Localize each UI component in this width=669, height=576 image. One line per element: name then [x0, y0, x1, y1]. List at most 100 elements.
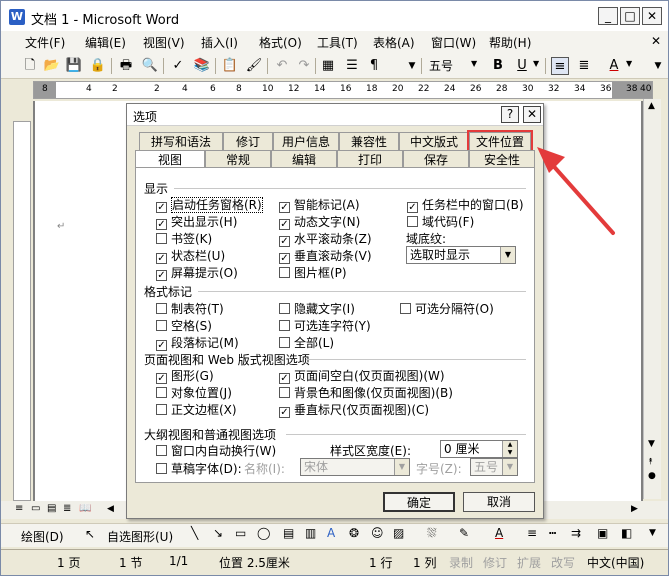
status-extend[interactable]: 扩展: [517, 554, 541, 571]
line-icon[interactable]: ╲: [191, 526, 198, 540]
close-doc-icon[interactable]: ✕: [651, 34, 661, 48]
scroll-up-icon[interactable]: ▲: [648, 101, 655, 111]
outline-view-icon[interactable]: ≣: [63, 503, 71, 514]
menu-table[interactable]: 表格(A): [373, 34, 415, 51]
picture-icon[interactable]: ▨: [393, 526, 404, 540]
status-overtype[interactable]: 改写: [551, 554, 575, 571]
open-folder-icon[interactable]: 📂: [43, 57, 61, 75]
autoshapes-menu[interactable]: 自选图形(U): [107, 528, 173, 545]
oval-icon[interactable]: ◯: [257, 526, 270, 540]
columns-icon[interactable]: ☰: [343, 57, 361, 75]
close-window-button[interactable]: ✕: [642, 7, 662, 25]
spelling-icon[interactable]: ✓: [169, 57, 187, 75]
line-color-icon[interactable]: ✎: [459, 526, 469, 540]
show-hide-icon[interactable]: ¶: [365, 57, 383, 75]
tab-asian-typography[interactable]: 中文版式: [399, 132, 469, 151]
font-size-dropdown-icon[interactable]: ▼: [471, 59, 477, 68]
format-painter-icon[interactable]: 🖌: [245, 57, 263, 75]
field-shading-select[interactable]: 选取时显示 ▼: [406, 246, 516, 264]
prev-page-icon[interactable]: ⯭: [648, 457, 653, 467]
scroll-left-icon[interactable]: ◀: [107, 504, 114, 514]
rectangle-icon[interactable]: ▭: [235, 526, 246, 540]
undo-icon[interactable]: ↶: [273, 57, 291, 75]
checkbox-object-anchors[interactable]: 对象位置(J): [156, 384, 232, 401]
clipart-icon[interactable]: ☺: [371, 526, 384, 540]
checkbox-background-images[interactable]: 背景色和图像(仅页面视图)(B): [279, 384, 453, 401]
checkbox-drawings[interactable]: ✓ 图形(G): [156, 367, 214, 384]
checkbox-white-space[interactable]: ✓ 页面间空白(仅页面视图)(W): [279, 367, 445, 384]
menu-edit[interactable]: 编辑(E): [85, 34, 126, 51]
browse-object-icon[interactable]: ●: [648, 471, 656, 481]
checkbox-windows-in-taskbar[interactable]: ✓ 任务栏中的窗口(B): [407, 196, 524, 213]
checkbox-field-codes[interactable]: 域代码(F): [407, 213, 474, 230]
underline-button[interactable]: U: [513, 57, 531, 75]
print-icon[interactable]: 🖶: [117, 57, 135, 75]
checkbox-text-boundaries[interactable]: 正文边框(X): [156, 401, 237, 418]
status-record[interactable]: 录制: [449, 554, 473, 571]
checkbox-highlight[interactable]: ✓ 突出显示(H): [156, 213, 237, 230]
tab-spelling-grammar[interactable]: 拼写和语法: [139, 132, 223, 151]
paste-icon[interactable]: 📋: [221, 57, 239, 75]
shadow-icon[interactable]: ▣: [597, 526, 608, 540]
research-icon[interactable]: 📚: [193, 57, 211, 75]
checkbox-picture-placeholders[interactable]: 图片框(P): [279, 264, 347, 281]
status-track[interactable]: 修订: [483, 554, 507, 571]
scroll-right-icon[interactable]: ▶: [631, 504, 638, 514]
align-distributed-icon[interactable]: ≣: [575, 57, 593, 75]
maximize-button[interactable]: □: [620, 7, 640, 25]
font-size-box[interactable]: 五号: [429, 57, 453, 74]
fill-color-icon[interactable]: ⛆: [427, 526, 437, 541]
normal-view-icon[interactable]: ≡: [15, 503, 23, 514]
vertical-scrollbar[interactable]: ▲ ▼ ⯭ ●: [643, 99, 661, 499]
save-icon[interactable]: 💾: [65, 57, 83, 75]
diagram-icon[interactable]: ❂: [349, 526, 359, 540]
checkbox-spaces[interactable]: 空格(S): [156, 317, 212, 334]
checkbox-tab-characters[interactable]: 制表符(T): [156, 300, 224, 317]
cancel-button[interactable]: 取消: [463, 492, 535, 512]
checkbox-draft-font[interactable]: 草稿字体(D):: [156, 460, 242, 477]
draft-font-name-select[interactable]: 宋体 ▼: [300, 458, 410, 476]
draft-font-size-select[interactable]: 五号 ▼: [470, 458, 518, 476]
checkbox-optional-hyphens[interactable]: 可选连字符(Y): [279, 317, 371, 334]
checkbox-status-bar[interactable]: ✓ 状态栏(U): [156, 247, 225, 264]
underline-dropdown-icon[interactable]: ▼: [533, 59, 539, 68]
arrow-icon[interactable]: ↘: [213, 526, 223, 540]
menu-view[interactable]: 视图(V): [143, 34, 185, 51]
draw-font-color-icon[interactable]: A: [495, 526, 503, 540]
menu-help[interactable]: 帮助(H): [489, 34, 531, 51]
checkbox-smart-tags[interactable]: ✓ 智能标记(A): [279, 196, 360, 213]
redo-icon[interactable]: ↷: [295, 57, 313, 75]
reading-view-icon[interactable]: 📖: [79, 503, 91, 514]
checkbox-all-marks[interactable]: 全部(L): [279, 334, 334, 351]
checkbox-wrap-to-window[interactable]: 窗口内自动换行(W): [156, 442, 276, 459]
select-objects-icon[interactable]: ↖: [85, 527, 95, 541]
spinner-icon[interactable]: ▲ ▼: [502, 441, 517, 457]
scroll-down-icon[interactable]: ▼: [648, 439, 655, 449]
ok-button[interactable]: 确定: [383, 492, 455, 512]
align-justify-icon[interactable]: ≡: [551, 57, 569, 75]
checkbox-vertical-ruler[interactable]: ✓ 垂直标尺(仅页面视图)(C): [279, 401, 429, 418]
style-width-input[interactable]: 0 厘米 ▲ ▼: [440, 440, 518, 458]
dash-style-icon[interactable]: ┅: [549, 526, 556, 540]
dialog-help-button[interactable]: ?: [501, 106, 519, 123]
horizontal-ruler[interactable]: 8 4 2 2 4 6 8 10 12 14 16 18 20 22 24 26…: [33, 81, 653, 99]
toolbar-more-icon[interactable]: ▼: [649, 57, 667, 75]
minimize-button[interactable]: _: [598, 7, 618, 25]
arrow-style-icon[interactable]: ⇉: [571, 526, 581, 540]
menu-file[interactable]: 文件(F): [25, 34, 65, 51]
tab-compatibility[interactable]: 兼容性: [339, 132, 399, 151]
tab-user-info[interactable]: 用户信息: [273, 132, 339, 151]
checkbox-paragraph-marks[interactable]: ✓ 段落标记(M): [156, 334, 239, 351]
vertical-textbox-icon[interactable]: ▥: [305, 526, 316, 540]
web-view-icon[interactable]: ▭: [31, 503, 40, 514]
toolbar-options-icon[interactable]: ▼: [403, 57, 421, 75]
checkbox-bookmarks[interactable]: 书签(K): [156, 230, 212, 247]
menu-window[interactable]: 窗口(W): [431, 34, 476, 51]
insert-table-icon[interactable]: ▦: [319, 57, 337, 75]
checkbox-horizontal-scrollbar[interactable]: ✓ 水平滚动条(Z): [279, 230, 372, 247]
draw-menu[interactable]: 绘图(D): [21, 528, 64, 545]
font-color-button[interactable]: A: [605, 57, 623, 75]
dialog-close-button[interactable]: ✕: [523, 106, 541, 123]
line-style-icon[interactable]: ≡: [527, 526, 537, 540]
menu-tools[interactable]: 工具(T): [317, 34, 358, 51]
